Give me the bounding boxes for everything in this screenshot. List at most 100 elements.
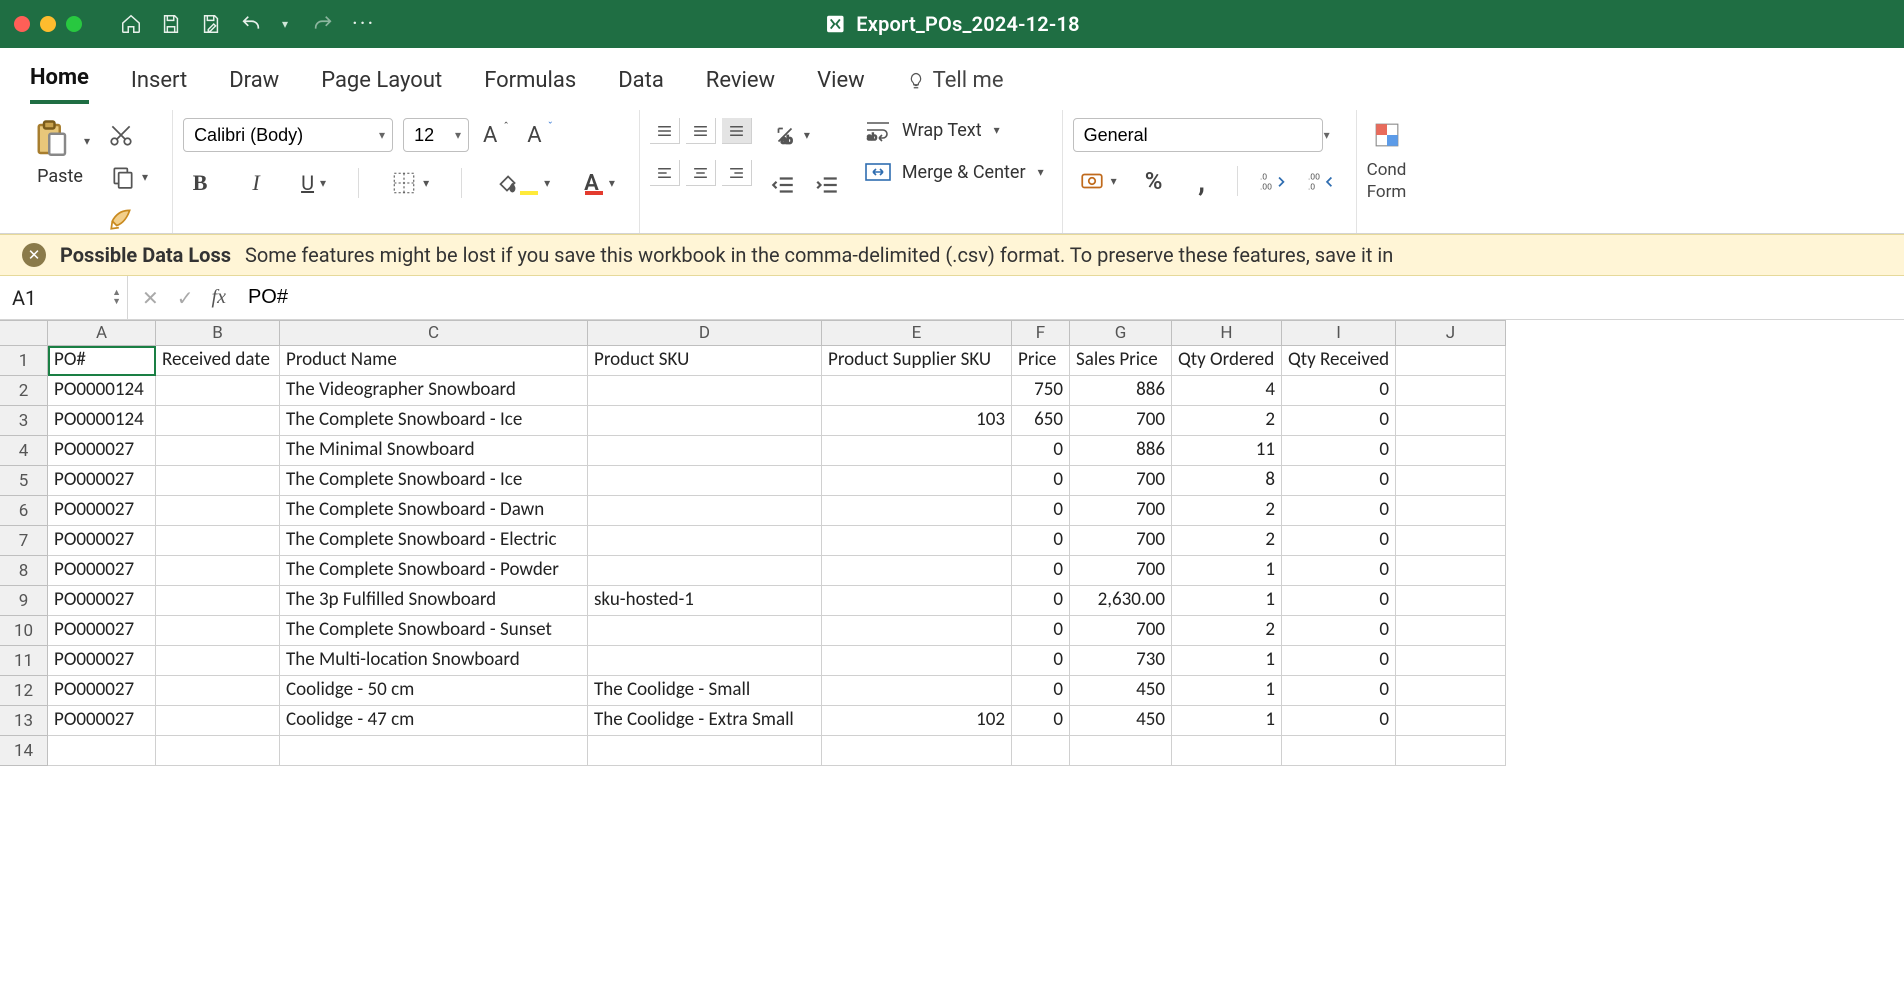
cell[interactable] [822,436,1012,466]
increase-decimal-button[interactable]: .0.00 [1256,164,1290,198]
cell[interactable] [156,526,280,556]
cell[interactable]: 0 [1282,436,1396,466]
cell[interactable] [156,496,280,526]
cell[interactable]: Received date [156,346,280,376]
cell[interactable] [1396,646,1506,676]
cell[interactable]: sku-hosted-1 [588,586,822,616]
cell[interactable]: 2 [1172,406,1282,436]
cell[interactable] [48,736,156,766]
cell[interactable]: 750 [1012,376,1070,406]
col-header-J[interactable]: J [1396,320,1506,346]
font-name-select[interactable] [183,118,393,152]
tab-home[interactable]: Home [30,53,89,104]
cell[interactable] [588,376,822,406]
fill-color-button[interactable]: ▾ [488,166,556,200]
cell[interactable]: The Complete Snowboard - Dawn [280,496,588,526]
cell[interactable]: The Complete Snowboard - Ice [280,406,588,436]
row-header[interactable]: 10 [0,616,48,646]
cell[interactable] [156,466,280,496]
row-header[interactable]: 2 [0,376,48,406]
cell[interactable] [822,496,1012,526]
cell[interactable] [822,556,1012,586]
copy-button[interactable]: ▾ [104,160,154,194]
cell[interactable] [1396,706,1506,736]
cell[interactable] [1070,736,1172,766]
cell[interactable]: The 3p Fulfilled Snowboard [280,586,588,616]
cell[interactable] [822,526,1012,556]
cell[interactable]: The Minimal Snowboard [280,436,588,466]
accounting-format-button[interactable]: ▾ [1073,164,1123,198]
col-header-A[interactable]: A [48,320,156,346]
cell[interactable] [1396,736,1506,766]
cell[interactable] [588,616,822,646]
align-top-button[interactable] [650,118,680,144]
wrap-text-button[interactable]: ab Wrap Text▾ [864,118,1000,142]
tab-data[interactable]: Data [618,56,664,103]
cell[interactable]: 1 [1172,676,1282,706]
more-icon[interactable]: ··· [352,12,375,37]
row-header[interactable]: 8 [0,556,48,586]
cell[interactable] [1396,676,1506,706]
cell[interactable] [1396,436,1506,466]
cell[interactable]: PO000027 [48,496,156,526]
cell[interactable]: The Complete Snowboard - Powder [280,556,588,586]
cell[interactable] [156,586,280,616]
fullscreen-window-button[interactable] [66,16,82,32]
cell[interactable]: 700 [1070,466,1172,496]
cell[interactable]: 700 [1070,556,1172,586]
cell[interactable]: PO0000124 [48,406,156,436]
row-header[interactable]: 5 [0,466,48,496]
cell[interactable]: 102 [822,706,1012,736]
cell[interactable] [1396,526,1506,556]
cell[interactable]: The Videographer Snowboard [280,376,588,406]
home-icon[interactable] [120,13,142,35]
cell[interactable]: 0 [1012,676,1070,706]
cell[interactable]: 0 [1012,646,1070,676]
col-header-H[interactable]: H [1172,320,1282,346]
comma-format-button[interactable]: , [1185,164,1219,198]
cell[interactable]: 2 [1172,616,1282,646]
cell[interactable] [822,616,1012,646]
cell[interactable]: 1 [1172,706,1282,736]
cell[interactable] [1396,586,1506,616]
spreadsheet-grid[interactable]: A B C D E F G H I J 1PO#Received datePro… [0,320,1904,766]
cell[interactable]: Product SKU [588,346,822,376]
number-format-select[interactable] [1073,118,1323,152]
cell[interactable] [822,676,1012,706]
row-header[interactable]: 3 [0,406,48,436]
col-header-C[interactable]: C [280,320,588,346]
cell[interactable]: PO000027 [48,586,156,616]
cell[interactable] [156,676,280,706]
cell[interactable]: 650 [1012,406,1070,436]
cell[interactable]: The Complete Snowboard - Electric [280,526,588,556]
name-box-stepper[interactable]: ▲▼ [112,289,121,307]
name-box[interactable]: A1 ▲▼ [0,276,128,319]
cell[interactable] [156,436,280,466]
cell[interactable]: PO0000124 [48,376,156,406]
tab-review[interactable]: Review [706,56,775,103]
cell[interactable] [588,496,822,526]
cell[interactable] [1396,496,1506,526]
cell[interactable]: 0 [1012,556,1070,586]
merge-center-button[interactable]: Merge & Center▾ [864,160,1044,184]
cell[interactable] [1396,616,1506,646]
cell[interactable] [588,646,822,676]
percent-format-button[interactable]: % [1137,164,1171,198]
cell[interactable]: 0 [1012,526,1070,556]
align-bottom-button[interactable] [722,118,752,144]
decrease-decimal-button[interactable]: .00.0 [1304,164,1338,198]
tab-insert[interactable]: Insert [131,56,187,103]
cell[interactable]: Coolidge - 47 cm [280,706,588,736]
row-header[interactable]: 12 [0,676,48,706]
col-header-G[interactable]: G [1070,320,1172,346]
col-header-I[interactable]: I [1282,320,1396,346]
cell[interactable]: 0 [1282,676,1396,706]
cell[interactable] [588,466,822,496]
cell[interactable]: PO000027 [48,616,156,646]
align-middle-button[interactable] [686,118,716,144]
cell[interactable]: PO000027 [48,706,156,736]
cell[interactable] [588,436,822,466]
cell[interactable]: 0 [1282,406,1396,436]
cell[interactable]: 0 [1282,376,1396,406]
row-header[interactable]: 1 [0,346,48,376]
